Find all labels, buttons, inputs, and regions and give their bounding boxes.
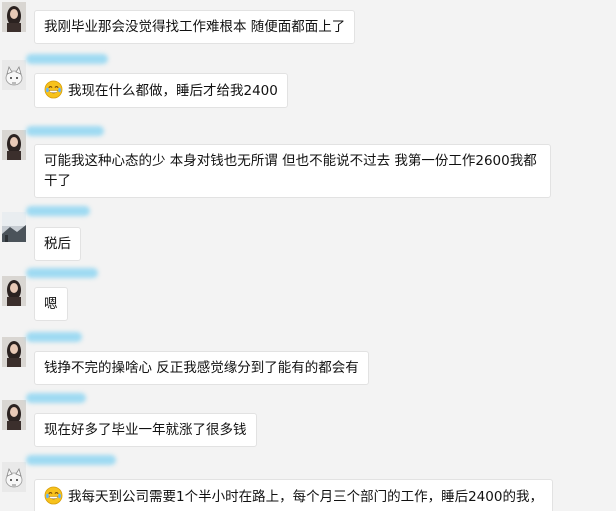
message-text: 现在好多了毕业一年就涨了很多钱 (44, 422, 247, 438)
message-text: 我每天到公司需要1个半小时在路上，每个月三个部门的工作，睡后2400的我， (68, 489, 543, 505)
avatar-cat-icon (2, 60, 26, 90)
avatar-landscape-icon (2, 212, 26, 242)
avatar-cat-icon (2, 462, 26, 492)
message-bubble: 钱挣不完的操啥心 反正我感觉缘分到了能有的都会有 (34, 351, 369, 385)
avatar-girl-icon (2, 2, 26, 32)
sender-name-blurred (26, 455, 116, 465)
avatar[interactable] (2, 276, 26, 306)
message-bubble: 现在好多了毕业一年就涨了很多钱 (34, 413, 257, 447)
avatar[interactable] (2, 212, 26, 242)
sender-name-blurred (26, 126, 104, 136)
message-bubble: 我刚毕业那会没觉得找工作难根本 随便面都面上了 (34, 10, 356, 44)
avatar[interactable] (2, 130, 26, 160)
message-text: 我刚毕业那会没觉得找工作难根本 随便面都面上了 (44, 19, 346, 35)
avatar[interactable] (2, 2, 26, 32)
sender-name-blurred (26, 206, 90, 216)
message-bubble: 我现在什么都做，睡后才给我2400 (34, 73, 288, 108)
avatar[interactable] (2, 60, 26, 90)
avatar[interactable] (2, 337, 26, 367)
message-text: 我现在什么都做，睡后才给我2400 (68, 83, 278, 99)
avatar-girl-icon (2, 130, 26, 160)
avatar-girl-icon (2, 337, 26, 367)
message-text: 税后 (44, 236, 71, 252)
sender-name-blurred (26, 332, 82, 342)
sender-name-blurred (26, 54, 108, 64)
avatar-girl-icon (2, 276, 26, 306)
message-bubble: 可能我这种心态的少 本身对钱也无所谓 但也不能说不过去 我第一份工作2600我都… (34, 144, 551, 198)
message-text: 嗯 (44, 296, 58, 312)
message-bubble: 我每天到公司需要1个半小时在路上，每个月三个部门的工作，睡后2400的我， (34, 479, 553, 511)
message-bubble: 嗯 (34, 287, 68, 321)
message-bubble: 税后 (34, 227, 81, 261)
laughing-tears-emoji-icon (44, 486, 63, 505)
chat-log: 我刚毕业那会没觉得找工作难根本 随便面都面上了 我现在什么都做，睡后才给我240… (0, 0, 616, 511)
laughing-tears-emoji-icon (44, 80, 63, 99)
sender-name-blurred (26, 268, 98, 278)
avatar[interactable] (2, 462, 26, 492)
message-text: 可能我这种心态的少 本身对钱也无所谓 但也不能说不过去 我第一份工作2600我都… (44, 153, 537, 189)
avatar-girl-icon (2, 400, 26, 430)
sender-name-blurred (26, 393, 86, 403)
message-text: 钱挣不完的操啥心 反正我感觉缘分到了能有的都会有 (44, 360, 359, 376)
avatar[interactable] (2, 400, 26, 430)
